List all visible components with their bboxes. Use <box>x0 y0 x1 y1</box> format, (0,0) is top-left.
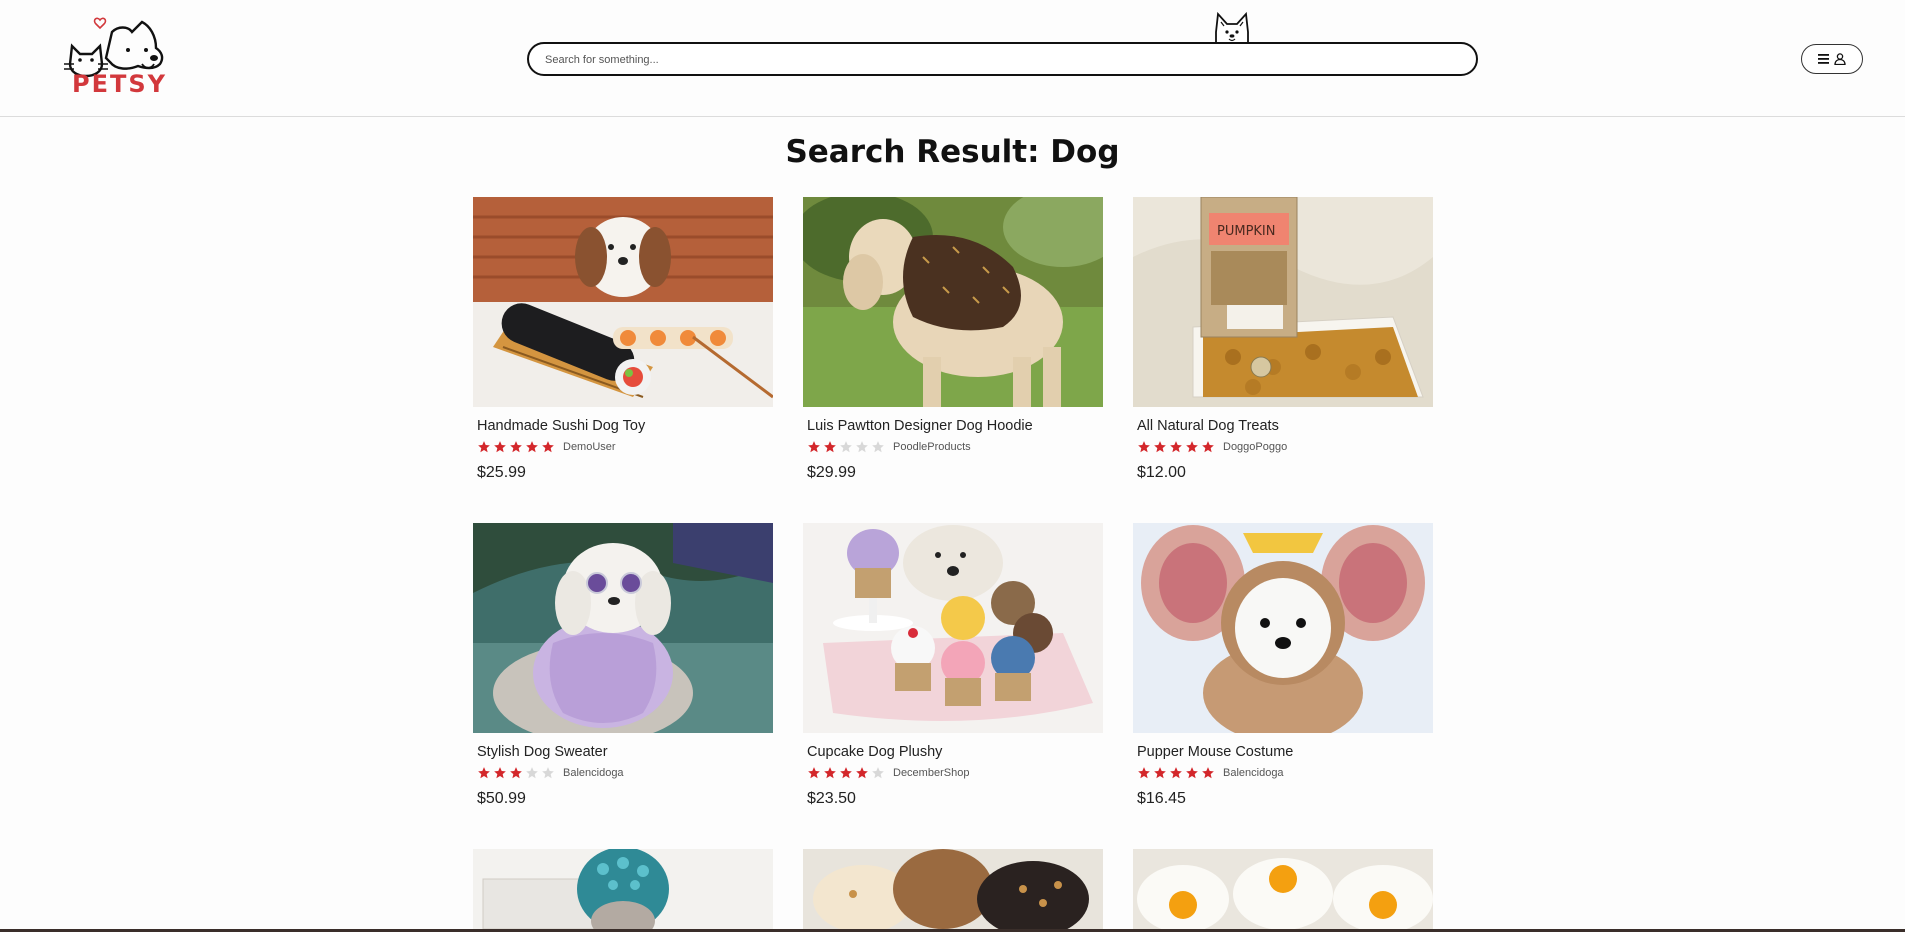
star-filled-icon <box>808 767 820 779</box>
star-filled-icon <box>1186 441 1198 453</box>
star-filled-icon <box>1202 441 1214 453</box>
star-filled-icon <box>1170 441 1182 453</box>
star-filled-icon <box>824 767 836 779</box>
seller-name[interactable]: PoodleProducts <box>893 441 971 453</box>
product-price: $16.45 <box>1137 790 1186 807</box>
product-card[interactable] <box>803 849 1103 929</box>
product-name[interactable]: Cupcake Dog Plushy <box>807 744 1103 760</box>
product-price: $23.50 <box>807 790 856 807</box>
seller-name[interactable]: Balencidoga <box>1223 767 1284 779</box>
star-filled-icon <box>510 441 522 453</box>
star-filled-icon <box>494 441 506 453</box>
star-filled-icon <box>1186 767 1198 779</box>
page-title: Search Result: Dog <box>785 134 1120 170</box>
product-image-octopus-hat[interactable] <box>473 849 773 929</box>
star-filled-icon <box>478 767 490 779</box>
star-rating <box>1137 440 1215 454</box>
product-card[interactable]: Pupper Mouse Costume Balencidoga $16.45 <box>1133 523 1433 808</box>
star-empty-icon <box>872 767 884 779</box>
star-filled-icon <box>856 767 868 779</box>
star-rating <box>807 766 885 780</box>
star-empty-icon <box>840 441 852 453</box>
search-bar[interactable] <box>527 42 1478 76</box>
product-price: $29.99 <box>807 464 856 481</box>
product-image-egg-toys[interactable] <box>1133 849 1433 929</box>
product-name[interactable]: Stylish Dog Sweater <box>477 744 773 760</box>
product-card[interactable]: Luis Pawtton Designer Dog Hoodie PoodleP… <box>803 197 1103 482</box>
seller-name[interactable]: DecemberShop <box>893 767 969 779</box>
star-rating <box>477 440 555 454</box>
star-empty-icon <box>542 767 554 779</box>
product-price: $25.99 <box>477 464 526 481</box>
hamburger-icon <box>1818 54 1829 64</box>
product-card[interactable]: Handmade Sushi Dog Toy DemoUser $25.99 <box>473 197 773 482</box>
seller-name[interactable]: DoggoPoggo <box>1223 441 1287 453</box>
product-image-cupcake-plushy[interactable] <box>803 523 1103 733</box>
logo-text[interactable]: PETSY <box>72 70 167 98</box>
star-filled-icon <box>494 767 506 779</box>
star-filled-icon <box>1138 767 1150 779</box>
product-price: $50.99 <box>477 790 526 807</box>
product-name[interactable]: Pupper Mouse Costume <box>1137 744 1433 760</box>
star-filled-icon <box>1154 767 1166 779</box>
star-rating <box>807 440 885 454</box>
star-rating <box>1137 766 1215 780</box>
product-name[interactable]: Handmade Sushi Dog Toy <box>477 418 773 434</box>
product-name[interactable]: All Natural Dog Treats <box>1137 418 1433 434</box>
product-card[interactable] <box>473 849 773 929</box>
star-filled-icon <box>840 767 852 779</box>
user-icon <box>1834 53 1846 65</box>
product-image-mouse-costume[interactable] <box>1133 523 1433 733</box>
product-price: $12.00 <box>1137 464 1186 481</box>
star-empty-icon <box>526 767 538 779</box>
product-card[interactable] <box>1133 849 1433 929</box>
product-card[interactable]: PUMPKIN All Natural Dog Treats DoggoPogg… <box>1133 197 1433 482</box>
star-filled-icon <box>478 441 490 453</box>
product-image-dog-cookies[interactable] <box>803 849 1103 929</box>
account-menu-button[interactable] <box>1801 44 1863 74</box>
star-rating <box>477 766 555 780</box>
star-filled-icon <box>526 441 538 453</box>
star-filled-icon <box>1154 441 1166 453</box>
product-image-dog-treats[interactable]: PUMPKIN <box>1133 197 1433 407</box>
product-name[interactable]: Luis Pawtton Designer Dog Hoodie <box>807 418 1103 434</box>
product-image-sushi-toy[interactable] <box>473 197 773 407</box>
site-header: PETSY <box>0 0 1905 117</box>
star-filled-icon <box>1138 441 1150 453</box>
search-input[interactable] <box>543 44 1466 76</box>
star-filled-icon <box>1202 767 1214 779</box>
star-filled-icon <box>824 441 836 453</box>
product-image-dog-sweater[interactable] <box>473 523 773 733</box>
seller-name[interactable]: Balencidoga <box>563 767 624 779</box>
product-image-dog-hoodie[interactable] <box>803 197 1103 407</box>
corgi-peek-icon <box>1215 12 1249 42</box>
star-empty-icon <box>872 441 884 453</box>
seller-name[interactable]: DemoUser <box>563 441 616 453</box>
product-card[interactable]: Cupcake Dog Plushy DecemberShop $23.50 <box>803 523 1103 808</box>
star-filled-icon <box>1170 767 1182 779</box>
star-filled-icon <box>808 441 820 453</box>
star-empty-icon <box>856 441 868 453</box>
star-filled-icon <box>542 441 554 453</box>
product-card[interactable]: Stylish Dog Sweater Balencidoga $50.99 <box>473 523 773 808</box>
svg-text:PUMPKIN: PUMPKIN <box>1217 224 1276 239</box>
star-filled-icon <box>510 767 522 779</box>
